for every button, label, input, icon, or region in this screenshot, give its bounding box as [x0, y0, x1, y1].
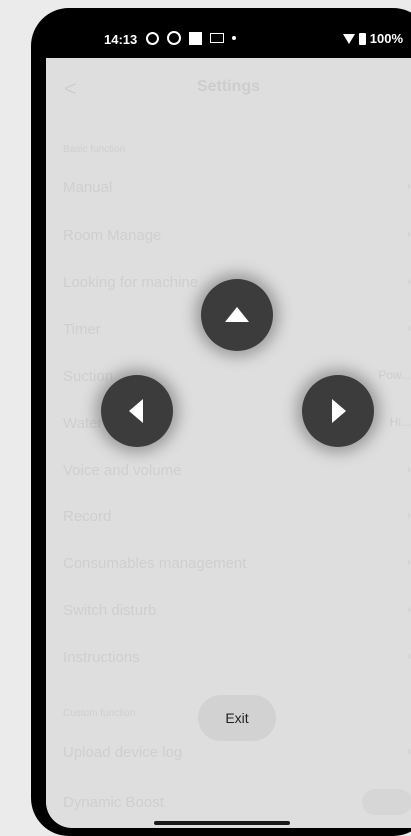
menu-item-switch-disturb[interactable]: Switch disturb › [63, 602, 411, 619]
settings-header: < Settings [46, 58, 411, 118]
right-arrow-icon [332, 399, 346, 423]
battery-level: 100% [369, 31, 403, 46]
page-title: Settings [196, 78, 261, 95]
menu-item-room-manage[interactable]: Room Manage › [63, 227, 411, 244]
facebook-icon [146, 31, 159, 45]
gmail-icon [210, 33, 224, 43]
menu-item-upload-device-log[interactable]: Upload device log › [63, 744, 411, 761]
status-bar: 14:13 100% [46, 20, 411, 58]
notification-dot-icon [232, 36, 236, 40]
circle-app-icon [167, 31, 181, 45]
dynamic-boost-toggle[interactable] [362, 789, 411, 815]
section-basic-function: Basic function [63, 144, 126, 155]
up-arrow-icon [225, 307, 249, 322]
menu-item-voice-and-volume[interactable]: Voice and volume › [63, 462, 411, 479]
wifi-icon [342, 33, 355, 44]
home-indicator[interactable] [154, 821, 290, 825]
section-custom-function: Custom function [63, 708, 136, 719]
move-right-button[interactable] [302, 375, 374, 447]
menu-item-record[interactable]: Record › [63, 508, 411, 525]
move-left-button[interactable] [101, 375, 173, 447]
square-app-icon [189, 31, 202, 45]
menu-item-dynamic-boost[interactable]: Dynamic Boost [63, 794, 363, 811]
left-arrow-icon [129, 399, 143, 423]
menu-item-manual[interactable]: Manual › [63, 179, 411, 196]
exit-button[interactable]: Exit [198, 695, 276, 741]
battery-icon [358, 32, 366, 45]
menu-item-consumables-management[interactable]: Consumables management › [63, 555, 411, 572]
move-up-button[interactable] [201, 279, 273, 351]
status-time: 14:13 [104, 32, 138, 47]
menu-item-instructions[interactable]: Instructions › [63, 649, 411, 666]
